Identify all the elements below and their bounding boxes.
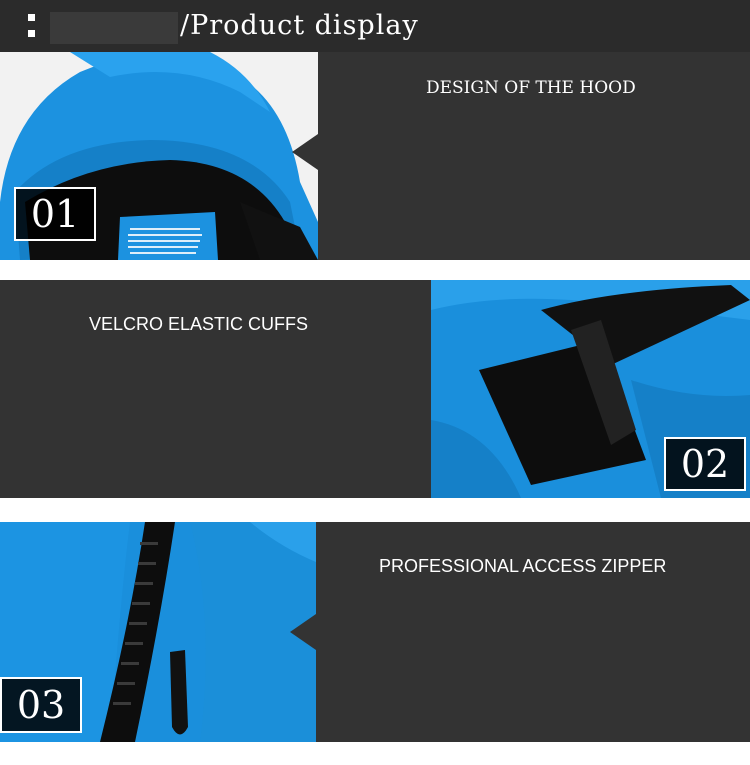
feature-label-cuffs: VELCRO ELASTIC CUFFS [89,314,309,334]
bullet-icon [28,14,36,40]
panel-pointer [290,614,316,650]
header-bar: /Product display [0,0,750,52]
feature-zipper: 03 PROFESSIONAL ACCESS ZIPPER [0,522,750,742]
redacted-brand [50,12,178,44]
feature-number-03: 03 [0,677,82,733]
hood-photo: 01 [0,52,318,260]
zipper-photo: 03 [0,522,316,742]
page-title: /Product display [180,10,419,41]
feature-number-01: 01 [14,187,96,241]
feature-cuffs: VELCRO ELASTIC CUFFS 02 [0,280,750,498]
feature-hood: 01 DESIGN OF THE HOOD [0,52,750,260]
feature-label-hood: DESIGN OF THE HOOD [426,78,636,98]
cuffs-photo: 02 [431,280,750,498]
feature-label-zipper: PROFESSIONAL ACCESS ZIPPER [379,556,667,576]
cuffs-panel: VELCRO ELASTIC CUFFS [0,280,457,498]
panel-pointer [292,134,318,170]
zipper-panel: PROFESSIONAL ACCESS ZIPPER [290,522,750,742]
hood-panel: DESIGN OF THE HOOD [292,52,750,260]
feature-number-02: 02 [664,437,746,491]
